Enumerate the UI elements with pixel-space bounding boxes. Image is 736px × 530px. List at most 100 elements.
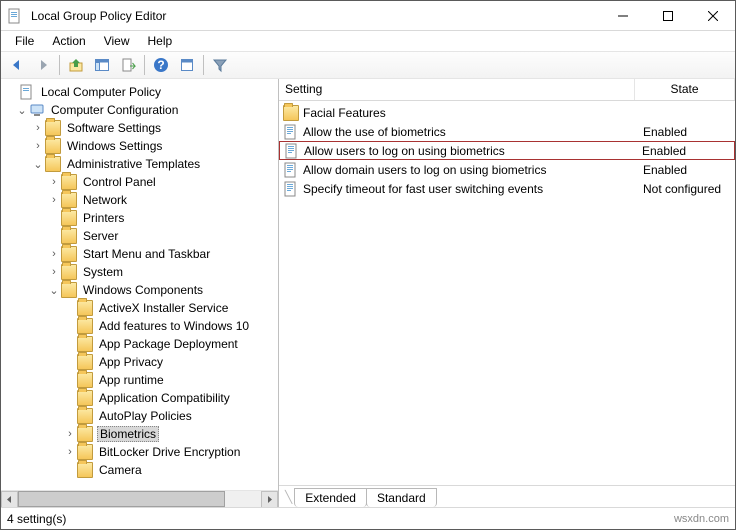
expand-icon[interactable]: › xyxy=(63,446,77,458)
policy-setting-icon xyxy=(284,143,300,159)
export-list-button[interactable] xyxy=(116,53,140,77)
list-row[interactable]: Specify timeout for fast user switching … xyxy=(279,179,735,198)
list-row[interactable]: Facial Features xyxy=(279,103,735,122)
tree-item-app-package[interactable]: App Package Deployment xyxy=(1,335,278,353)
tree-item-control-panel[interactable]: ›Control Panel xyxy=(1,173,278,191)
forward-button[interactable] xyxy=(31,53,55,77)
folder-icon xyxy=(61,192,77,208)
folder-icon xyxy=(77,426,93,442)
settings-list-pane: Setting State Facial Features Allow the u… xyxy=(279,79,735,507)
scroll-right-button[interactable] xyxy=(261,491,278,508)
tree-item-add-features[interactable]: Add features to Windows 10 xyxy=(1,317,278,335)
filter-button[interactable] xyxy=(208,53,232,77)
expand-icon[interactable]: › xyxy=(47,266,61,278)
setting-name: Facial Features xyxy=(303,106,637,120)
folder-icon xyxy=(61,174,77,190)
list-row[interactable]: Allow users to log on using biometricsEn… xyxy=(279,141,735,160)
status-bar: 4 setting(s) wsxdn.com xyxy=(1,507,735,529)
tree-item-autoplay[interactable]: AutoPlay Policies xyxy=(1,407,278,425)
collapse-icon[interactable]: ⌄ xyxy=(47,284,61,297)
setting-name: Allow domain users to log on using biome… xyxy=(303,163,637,177)
expand-icon[interactable]: › xyxy=(47,194,61,206)
tree-item-activex[interactable]: ActiveX Installer Service xyxy=(1,299,278,317)
column-header-state[interactable]: State xyxy=(635,79,735,100)
menu-action[interactable]: Action xyxy=(44,32,93,50)
folder-icon xyxy=(77,354,93,370)
folder-icon xyxy=(45,138,61,154)
folder-icon xyxy=(77,318,93,334)
tree-item-app-privacy[interactable]: App Privacy xyxy=(1,353,278,371)
folder-icon xyxy=(77,408,93,424)
tree-item-biometrics[interactable]: ›Biometrics xyxy=(1,425,278,443)
expand-icon[interactable]: › xyxy=(31,140,45,152)
setting-state: Not configured xyxy=(637,182,731,196)
policy-setting-icon xyxy=(283,124,299,140)
tree-item-windows-settings[interactable]: ›Windows Settings xyxy=(1,137,278,155)
tab-strip: ╲ Extended Standard xyxy=(279,485,735,507)
svg-text:?: ? xyxy=(157,58,164,72)
folder-icon xyxy=(61,282,77,298)
scroll-left-button[interactable] xyxy=(1,491,18,508)
tree-view[interactable]: Local Computer Policy ⌄ Computer Configu… xyxy=(1,79,278,490)
tree-item-computer-configuration[interactable]: ⌄ Computer Configuration xyxy=(1,101,278,119)
folder-icon xyxy=(45,120,61,136)
help-button[interactable]: ? xyxy=(149,53,173,77)
maximize-button[interactable] xyxy=(645,1,690,30)
tree-item-administrative-templates[interactable]: ⌄Administrative Templates xyxy=(1,155,278,173)
toolbar: ? xyxy=(1,51,735,79)
tree-item-camera[interactable]: Camera xyxy=(1,461,278,479)
policy-setting-icon xyxy=(283,162,299,178)
menu-view[interactable]: View xyxy=(96,32,138,50)
list-row[interactable]: Allow the use of biometricsEnabled xyxy=(279,122,735,141)
folder-icon xyxy=(77,462,93,478)
menubar: File Action View Help xyxy=(1,31,735,51)
tree-item-start-menu[interactable]: ›Start Menu and Taskbar xyxy=(1,245,278,263)
back-button[interactable] xyxy=(5,53,29,77)
tree-item-app-compat[interactable]: Application Compatibility xyxy=(1,389,278,407)
expand-icon[interactable]: › xyxy=(63,428,77,440)
close-button[interactable] xyxy=(690,1,735,30)
folder-icon xyxy=(77,300,93,316)
tree-item-software-settings[interactable]: ›Software Settings xyxy=(1,119,278,137)
tab-extended[interactable]: Extended xyxy=(294,488,367,507)
folder-icon xyxy=(77,444,93,460)
folder-icon xyxy=(45,156,61,172)
collapse-icon[interactable]: ⌄ xyxy=(15,104,29,117)
folder-icon xyxy=(283,105,299,121)
tree-item-root[interactable]: Local Computer Policy xyxy=(1,83,278,101)
list-header: Setting State xyxy=(279,79,735,101)
column-header-setting[interactable]: Setting xyxy=(279,79,635,100)
menu-help[interactable]: Help xyxy=(140,32,181,50)
tab-divider: ╲ xyxy=(285,490,294,504)
tree-item-system[interactable]: ›System xyxy=(1,263,278,281)
setting-name: Specify timeout for fast user switching … xyxy=(303,182,637,196)
menu-file[interactable]: File xyxy=(7,32,42,50)
tree-item-app-runtime[interactable]: App runtime xyxy=(1,371,278,389)
collapse-icon[interactable]: ⌄ xyxy=(31,158,45,171)
properties-button[interactable] xyxy=(175,53,199,77)
titlebar: Local Group Policy Editor xyxy=(1,1,735,31)
show-hide-tree-button[interactable] xyxy=(90,53,114,77)
policy-setting-icon xyxy=(283,181,299,197)
folder-icon xyxy=(77,372,93,388)
expand-icon[interactable]: › xyxy=(31,122,45,134)
policy-file-icon xyxy=(19,84,35,100)
tree-item-printers[interactable]: Printers xyxy=(1,209,278,227)
list-body[interactable]: Facial Features Allow the use of biometri… xyxy=(279,101,735,485)
scrollbar-thumb[interactable] xyxy=(18,491,225,507)
expand-icon[interactable]: › xyxy=(47,176,61,188)
app-icon xyxy=(7,8,23,24)
up-one-level-button[interactable] xyxy=(64,53,88,77)
tree-item-network[interactable]: ›Network xyxy=(1,191,278,209)
horizontal-scrollbar[interactable] xyxy=(1,490,278,507)
folder-icon xyxy=(61,264,77,280)
expand-icon[interactable]: › xyxy=(47,248,61,260)
tab-standard[interactable]: Standard xyxy=(366,488,437,507)
tree-item-bitlocker[interactable]: ›BitLocker Drive Encryption xyxy=(1,443,278,461)
tree-item-server[interactable]: Server xyxy=(1,227,278,245)
list-row[interactable]: Allow domain users to log on using biome… xyxy=(279,160,735,179)
minimize-button[interactable] xyxy=(600,1,645,30)
setting-state: Enabled xyxy=(637,125,731,139)
folder-icon xyxy=(61,228,77,244)
tree-item-windows-components[interactable]: ⌄Windows Components xyxy=(1,281,278,299)
